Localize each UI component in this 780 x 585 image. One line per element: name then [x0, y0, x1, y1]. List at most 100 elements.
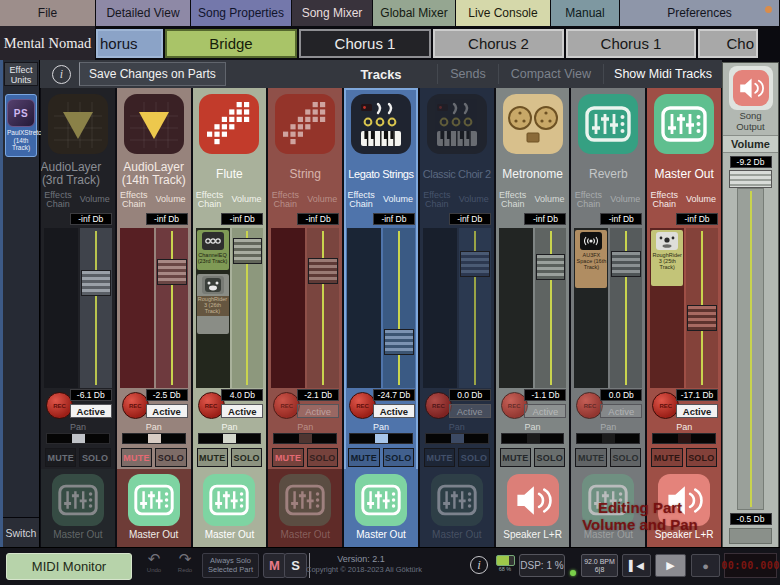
active-toggle[interactable]: Active — [297, 404, 339, 418]
section-tab-bridge[interactable]: Bridge — [165, 29, 297, 58]
effect-tile[interactable]: RoughRider 3 (26th Track) — [197, 274, 229, 334]
solo-button[interactable]: SOLO — [383, 448, 414, 467]
mute-button[interactable]: MUTE — [651, 448, 682, 467]
active-toggle[interactable]: Active — [146, 404, 188, 418]
mute-button[interactable]: MUTE — [575, 448, 606, 467]
active-toggle[interactable]: Active — [70, 404, 112, 418]
effects-chain-slot[interactable] — [44, 228, 78, 388]
volume-fader[interactable] — [307, 228, 339, 388]
channel-strip-audiolayer-14th-track-[interactable]: AudioLayer(14th Track)EffectsChainVolume… — [117, 88, 191, 548]
mute-button[interactable]: MUTE — [500, 448, 531, 467]
output-slot[interactable]: Master Out — [117, 469, 191, 548]
mute-button[interactable]: MUTE — [348, 448, 379, 467]
output-slot[interactable]: Master Out — [344, 469, 418, 548]
mute-button[interactable]: MUTE — [45, 448, 76, 467]
show-midi-tracks-button[interactable]: Show Midi Tracks — [603, 64, 722, 84]
solo-button[interactable]: SOLO — [155, 448, 186, 467]
mute-button[interactable]: MUTE — [197, 448, 228, 467]
record-button[interactable]: ● — [691, 554, 720, 577]
effects-chain-slot[interactable] — [499, 228, 533, 388]
effect-tile[interactable]: AU3FX Space (16th Track) — [575, 230, 607, 288]
pan-track[interactable] — [349, 433, 413, 444]
section-tab-horus[interactable]: horus — [96, 29, 163, 58]
pan-track[interactable] — [122, 433, 186, 444]
active-toggle[interactable]: Active — [676, 404, 718, 418]
menu-tab-file[interactable]: File — [0, 0, 96, 26]
effect-tile[interactable]: RoughRider 3 (25th Track) — [651, 230, 683, 286]
info-icon[interactable]: i — [470, 556, 488, 574]
midi-monitor-button[interactable]: MIDI Monitor — [6, 553, 132, 580]
pan-track[interactable] — [501, 433, 565, 444]
pan-track[interactable] — [425, 433, 489, 444]
solo-button[interactable]: SOLO — [231, 448, 262, 467]
active-toggle[interactable]: Active — [524, 404, 566, 418]
pan-control[interactable]: Pan — [344, 422, 418, 447]
effects-chain-slot[interactable]: ChannelEQ (23rd Track)RoughRider 3 (26th… — [196, 228, 230, 388]
output-slot[interactable]: Speaker L+R — [496, 469, 570, 548]
pan-track[interactable] — [273, 433, 337, 444]
output-icon[interactable] — [128, 474, 180, 526]
channel-strip-classic-choir-2[interactable]: Classic Choir 2EffectsChainVolume-inf Db… — [420, 88, 494, 548]
channel-strip-legato-strings[interactable]: Legato StringsEffectsChainVolume-inf DbR… — [344, 88, 418, 548]
channel-strip-flute[interactable]: FluteEffectsChainVolume-inf DbChannelEQ … — [193, 88, 267, 548]
fader-handle[interactable] — [157, 259, 187, 285]
pan-control[interactable]: Pan — [268, 422, 342, 447]
solo-button[interactable]: SOLO — [307, 448, 338, 467]
output-slot[interactable]: Master Out — [420, 469, 494, 548]
active-toggle[interactable]: Active — [221, 404, 263, 418]
pan-control[interactable]: Pan — [571, 422, 645, 447]
volume-fader[interactable] — [232, 228, 264, 388]
volume-fader[interactable] — [459, 228, 491, 388]
compact-view-button[interactable]: Compact View — [498, 64, 603, 84]
pan-control[interactable]: Pan — [117, 422, 191, 447]
channel-strip-audiolayer-3rd-track-[interactable]: AudioLayer(3rd Track)EffectsChainVolume-… — [41, 88, 115, 548]
song-output-fader-track[interactable] — [737, 188, 764, 510]
switch-button[interactable]: Switch — [3, 517, 39, 548]
volume-fader[interactable] — [686, 228, 718, 388]
effects-chain-slot[interactable]: AU3FX Space (16th Track) — [574, 228, 608, 388]
mute-button[interactable]: MUTE — [121, 448, 152, 467]
menu-tab-live-console[interactable]: Live Console — [456, 0, 551, 26]
volume-fader[interactable] — [156, 228, 188, 388]
fader-handle[interactable] — [687, 305, 717, 331]
section-tab-chorus-2[interactable]: Chorus 2 — [433, 29, 564, 58]
pan-control[interactable]: Pan — [647, 422, 721, 447]
volume-fader[interactable] — [610, 228, 642, 388]
effect-unit-paulxstretch[interactable]: PS PaulXStretch (14th Track) — [5, 94, 37, 157]
pan-thumb[interactable] — [148, 434, 161, 443]
pan-thumb[interactable] — [299, 434, 312, 443]
volume-fader[interactable] — [80, 228, 112, 388]
song-output-fader-handle[interactable] — [729, 170, 772, 188]
pan-control[interactable]: Pan — [193, 422, 267, 447]
fader-handle[interactable] — [81, 270, 111, 296]
output-slot[interactable]: Master Out — [193, 469, 267, 548]
section-tab-cho[interactable]: Cho — [698, 29, 758, 58]
solo-global-button[interactable]: S — [284, 553, 307, 578]
pan-thumb[interactable] — [527, 434, 540, 443]
output-icon[interactable] — [507, 474, 559, 526]
pan-track[interactable] — [652, 433, 716, 444]
sends-button[interactable]: Sends — [437, 64, 497, 84]
fader-handle[interactable] — [308, 258, 338, 284]
menu-tab-global-mixer[interactable]: Global Mixer — [373, 0, 456, 26]
fader-handle[interactable] — [611, 251, 641, 277]
menu-tab-preferences[interactable]: Preferences — [620, 0, 780, 26]
output-icon[interactable] — [203, 474, 255, 526]
solo-button[interactable]: SOLO — [610, 448, 641, 467]
pan-control[interactable]: Pan — [41, 422, 115, 447]
channel-strip-master-out[interactable]: Master OutEffectsChainVolume-inf DbRough… — [647, 88, 721, 548]
mute-button[interactable]: MUTE — [424, 448, 455, 467]
channel-strip-reverb[interactable]: ReverbEffectsChainVolume-inf DbAU3FX Spa… — [571, 88, 645, 548]
effects-chain-slot[interactable] — [271, 228, 305, 388]
effects-chain-slot[interactable] — [347, 228, 381, 388]
fader-handle[interactable] — [384, 329, 414, 355]
redo-button[interactable]: ↷Redo — [171, 551, 199, 579]
active-toggle[interactable]: Active — [373, 404, 415, 418]
pan-track[interactable] — [198, 433, 262, 444]
section-tab-chorus-1[interactable]: Chorus 1 — [299, 29, 431, 58]
pan-thumb[interactable] — [223, 434, 236, 443]
volume-fader[interactable] — [383, 228, 415, 388]
volume-fader[interactable] — [535, 228, 567, 388]
effects-chain-slot[interactable] — [423, 228, 457, 388]
info-icon[interactable]: i — [52, 65, 71, 84]
